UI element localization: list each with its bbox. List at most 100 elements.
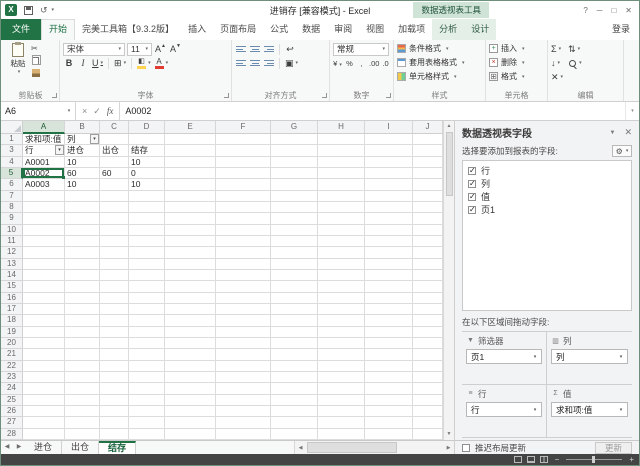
format-painter-icon[interactable] [31, 68, 40, 77]
cell-I28[interactable] [365, 428, 413, 440]
confirm-entry-icon[interactable]: ✓ [93, 106, 101, 117]
cell-G11[interactable] [271, 235, 318, 248]
cell-H5[interactable] [318, 167, 365, 180]
cell-B11[interactable] [65, 235, 100, 248]
copy-icon[interactable] [31, 54, 41, 65]
cell-F27[interactable] [216, 417, 271, 429]
cell-E21[interactable] [165, 349, 216, 361]
close-icon[interactable]: ✕ [625, 6, 632, 15]
row-header-22[interactable]: 22 [1, 360, 23, 372]
font-name-select[interactable]: 宋体 ▾ [63, 42, 125, 56]
cell-A8[interactable] [23, 201, 65, 214]
cell-H26[interactable] [318, 405, 365, 418]
cell-G28[interactable] [271, 428, 318, 440]
row-header-14[interactable]: 14 [1, 269, 23, 282]
row-header-3[interactable]: 3 [1, 145, 23, 157]
number-dialog-launcher-icon[interactable] [386, 93, 391, 98]
cell-C19[interactable] [100, 326, 129, 338]
cell-F13[interactable] [216, 258, 271, 270]
cell-E9[interactable] [165, 213, 216, 225]
cell-C3[interactable]: 出仓 [100, 145, 129, 157]
cell-C26[interactable] [100, 405, 129, 418]
cell-C6[interactable] [100, 179, 129, 191]
formula-input[interactable]: A0002 [120, 102, 625, 120]
cell-F5[interactable] [216, 167, 271, 180]
horizontal-scroll-thumb[interactable] [307, 442, 397, 453]
cell-A5[interactable]: A0002 [23, 167, 65, 180]
row-header-19[interactable]: 19 [1, 326, 23, 338]
cell-E11[interactable] [165, 235, 216, 248]
quick-access-chevron-icon[interactable]: ▾ [52, 7, 55, 13]
cell-E28[interactable] [165, 428, 216, 440]
ribbon-tab-视图[interactable]: 视图 [359, 19, 391, 40]
sheet-nav-right-icon[interactable]: ▶ [13, 441, 25, 454]
cell-F14[interactable] [216, 269, 271, 282]
row-header-13[interactable]: 13 [1, 258, 23, 270]
column-header-G[interactable]: G [271, 121, 318, 134]
cell-G15[interactable] [271, 281, 318, 293]
format-cells-button[interactable]: ⊞ 格式 ▾ [489, 70, 544, 83]
cell-F19[interactable] [216, 326, 271, 338]
cell-H9[interactable] [318, 213, 365, 225]
columns-area[interactable]: ▥ 列 列 ▾ [547, 332, 632, 385]
cell-H23[interactable] [318, 371, 365, 384]
cell-J24[interactable] [413, 383, 443, 395]
cell-A25[interactable] [23, 394, 65, 406]
cell-F15[interactable] [216, 281, 271, 293]
cell-H11[interactable] [318, 235, 365, 248]
font-dialog-launcher-icon[interactable] [224, 93, 229, 98]
save-icon[interactable] [24, 5, 33, 15]
cell-I20[interactable] [365, 337, 413, 350]
cell-B25[interactable] [65, 394, 100, 406]
cell-D21[interactable] [129, 349, 165, 361]
cell-E3[interactable] [165, 145, 216, 157]
cell-D24[interactable] [129, 383, 165, 395]
cell-J3[interactable] [413, 145, 443, 157]
cell-H4[interactable] [318, 156, 365, 168]
ribbon-tab-公式[interactable]: 公式 [263, 19, 295, 40]
cell-G22[interactable] [271, 360, 318, 372]
font-size-select[interactable]: 11 ▾ [127, 42, 152, 56]
cell-J23[interactable] [413, 371, 443, 384]
find-select-button[interactable]: ▾ [568, 57, 582, 69]
expand-formula-bar-icon[interactable]: ▾ [625, 102, 639, 120]
cell-E14[interactable] [165, 269, 216, 282]
cell-C17[interactable] [100, 303, 129, 316]
cell-I5[interactable] [365, 167, 413, 180]
rows-area[interactable]: ≡ 行 行 ▾ [462, 385, 547, 438]
cell-D16[interactable] [129, 292, 165, 304]
cell-A20[interactable] [23, 337, 65, 350]
cell-E16[interactable] [165, 292, 216, 304]
ribbon-tab-加载项[interactable]: 加载项 [391, 19, 432, 40]
cell-C4[interactable] [100, 156, 129, 168]
scroll-right-icon[interactable]: ▶ [443, 445, 454, 451]
cell-F4[interactable] [216, 156, 271, 168]
row-header-7[interactable]: 7 [1, 190, 23, 202]
cell-A23[interactable] [23, 371, 65, 384]
undo-icon[interactable]: ↺ [40, 4, 48, 16]
cell-B22[interactable] [65, 360, 100, 372]
row-header-26[interactable]: 26 [1, 405, 23, 418]
cell-A24[interactable] [23, 383, 65, 395]
italic-button[interactable]: I [77, 57, 89, 69]
page-layout-view-icon[interactable] [526, 456, 535, 463]
vertical-scrollbar[interactable]: ▲ ▼ [443, 121, 454, 440]
cell-J26[interactable] [413, 405, 443, 418]
number-format-select[interactable]: 常规 ▾ [333, 42, 389, 56]
zoom-slider[interactable] [566, 456, 623, 463]
cell-I4[interactable] [365, 156, 413, 168]
grow-font-button[interactable]: A ▲ [154, 43, 167, 55]
row-header-18[interactable]: 18 [1, 315, 23, 327]
cell-D4[interactable]: 10 [129, 156, 165, 168]
cell-G27[interactable] [271, 417, 318, 429]
cell-G19[interactable] [271, 326, 318, 338]
cell-D6[interactable]: 10 [129, 179, 165, 191]
cell-J10[interactable] [413, 224, 443, 236]
sheet-nav-left-icon[interactable]: ◀ [1, 441, 13, 454]
cell-G17[interactable] [271, 303, 318, 316]
pane-options-icon[interactable]: ▼ [610, 130, 616, 136]
cell-J20[interactable] [413, 337, 443, 350]
cell-D8[interactable] [129, 201, 165, 214]
cell-I7[interactable] [365, 190, 413, 202]
cell-F23[interactable] [216, 371, 271, 384]
